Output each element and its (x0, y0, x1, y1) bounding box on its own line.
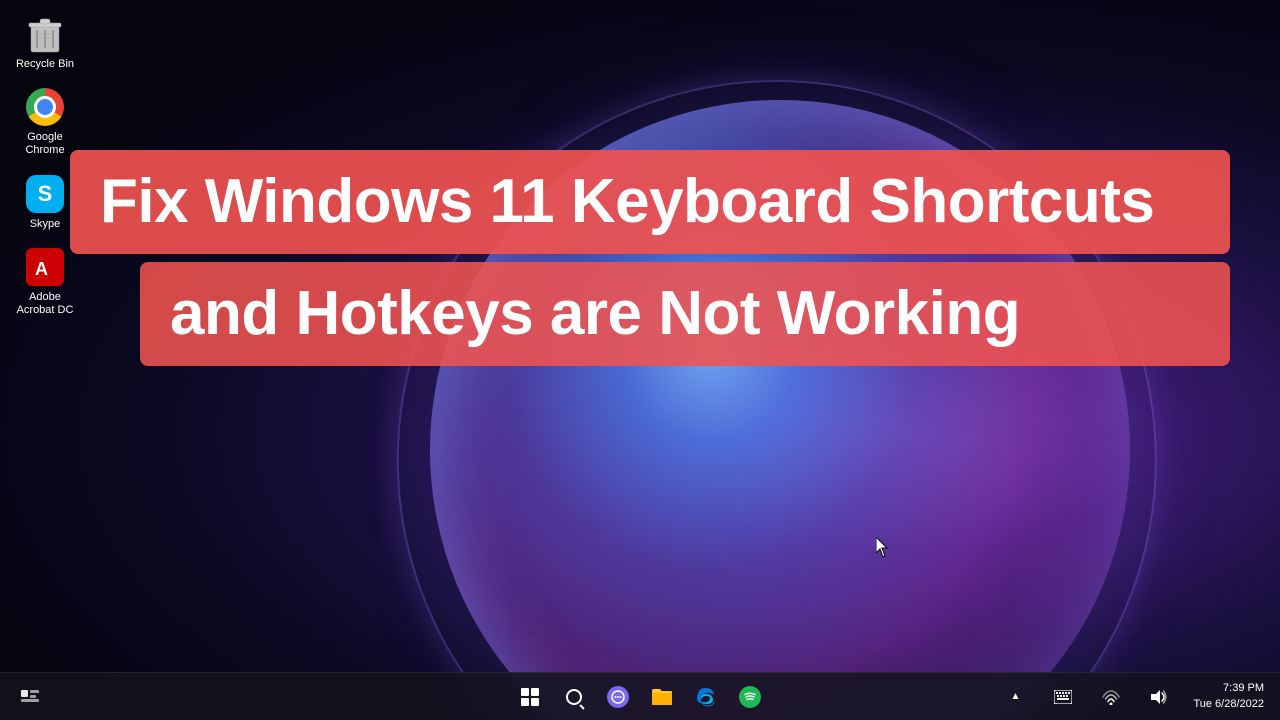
svg-text:A: A (35, 259, 48, 279)
edge-button[interactable] (686, 677, 726, 717)
windows-logo (521, 688, 539, 706)
file-explorer-button[interactable] (642, 677, 682, 717)
spotify-button[interactable] (730, 677, 770, 717)
desktop: Recycle Bin Google Chrome S Skype A (0, 0, 1280, 720)
network-tray-button[interactable] (1091, 677, 1131, 717)
edge-icon (695, 686, 717, 708)
win-square-2 (531, 688, 539, 696)
banner-line2: and Hotkeys are Not Working (140, 262, 1230, 366)
adobe-img: A (25, 247, 65, 287)
search-button[interactable] (554, 677, 594, 717)
recycle-bin-label: Recycle Bin (16, 58, 74, 71)
chrome-circle (26, 88, 64, 126)
win-square-4 (531, 698, 539, 706)
keyboard-icon (1054, 690, 1072, 704)
date-display: Tue 6/28/2022 (1193, 697, 1264, 712)
win-square-3 (521, 698, 529, 706)
network-icon (1102, 689, 1120, 705)
chrome-label: Google Chrome (14, 131, 76, 157)
time-display: 7:39 PM (1193, 681, 1264, 696)
adobe-svg: A (31, 253, 59, 281)
skype-label: Skype (30, 218, 61, 231)
taskbar: ▲ (0, 672, 1280, 720)
chat-svg (611, 690, 625, 704)
banner-line1: Fix Windows 11 Keyboard Shortcuts (70, 150, 1230, 254)
spotify-svg (743, 690, 757, 704)
adobe-label: Adobe Acrobat DC (14, 291, 76, 317)
skype-img: S (25, 174, 65, 214)
chevron-up-icon: ▲ (1011, 691, 1021, 702)
win-square-1 (521, 688, 529, 696)
spotify-icon (739, 686, 761, 708)
search-icon (566, 689, 582, 705)
taskbar-notification-area[interactable] (10, 677, 50, 717)
recycle-bin-icon[interactable]: Recycle Bin (10, 10, 80, 75)
banner-text-1: Fix Windows 11 Keyboard Shortcuts (100, 167, 1154, 236)
taskbar-right: ▲ (995, 677, 1270, 717)
keyboard-tray-icon[interactable] (1043, 677, 1083, 717)
skype-bg: S (26, 175, 64, 213)
recycle-bin-svg (27, 14, 63, 54)
chat-button[interactable] (598, 677, 638, 717)
adobe-bg: A (26, 248, 64, 286)
title-banners-area: Fix Windows 11 Keyboard Shortcuts and Ho… (70, 150, 1230, 366)
taskbar-left (10, 677, 130, 717)
banner-text-2: and Hotkeys are Not Working (170, 279, 1020, 348)
folder-icon (651, 687, 673, 707)
start-button[interactable] (510, 677, 550, 717)
taskbar-left-icon (21, 690, 39, 704)
chat-icon (607, 686, 629, 708)
taskbar-center (510, 677, 770, 717)
speaker-tray-button[interactable] (1139, 677, 1179, 717)
chrome-img (25, 87, 65, 127)
datetime-display[interactable]: 7:39 PM Tue 6/28/2022 (1187, 679, 1270, 714)
recycle-bin-img (25, 14, 65, 54)
speaker-icon (1150, 689, 1168, 705)
show-hidden-icons-button[interactable]: ▲ (995, 677, 1035, 717)
